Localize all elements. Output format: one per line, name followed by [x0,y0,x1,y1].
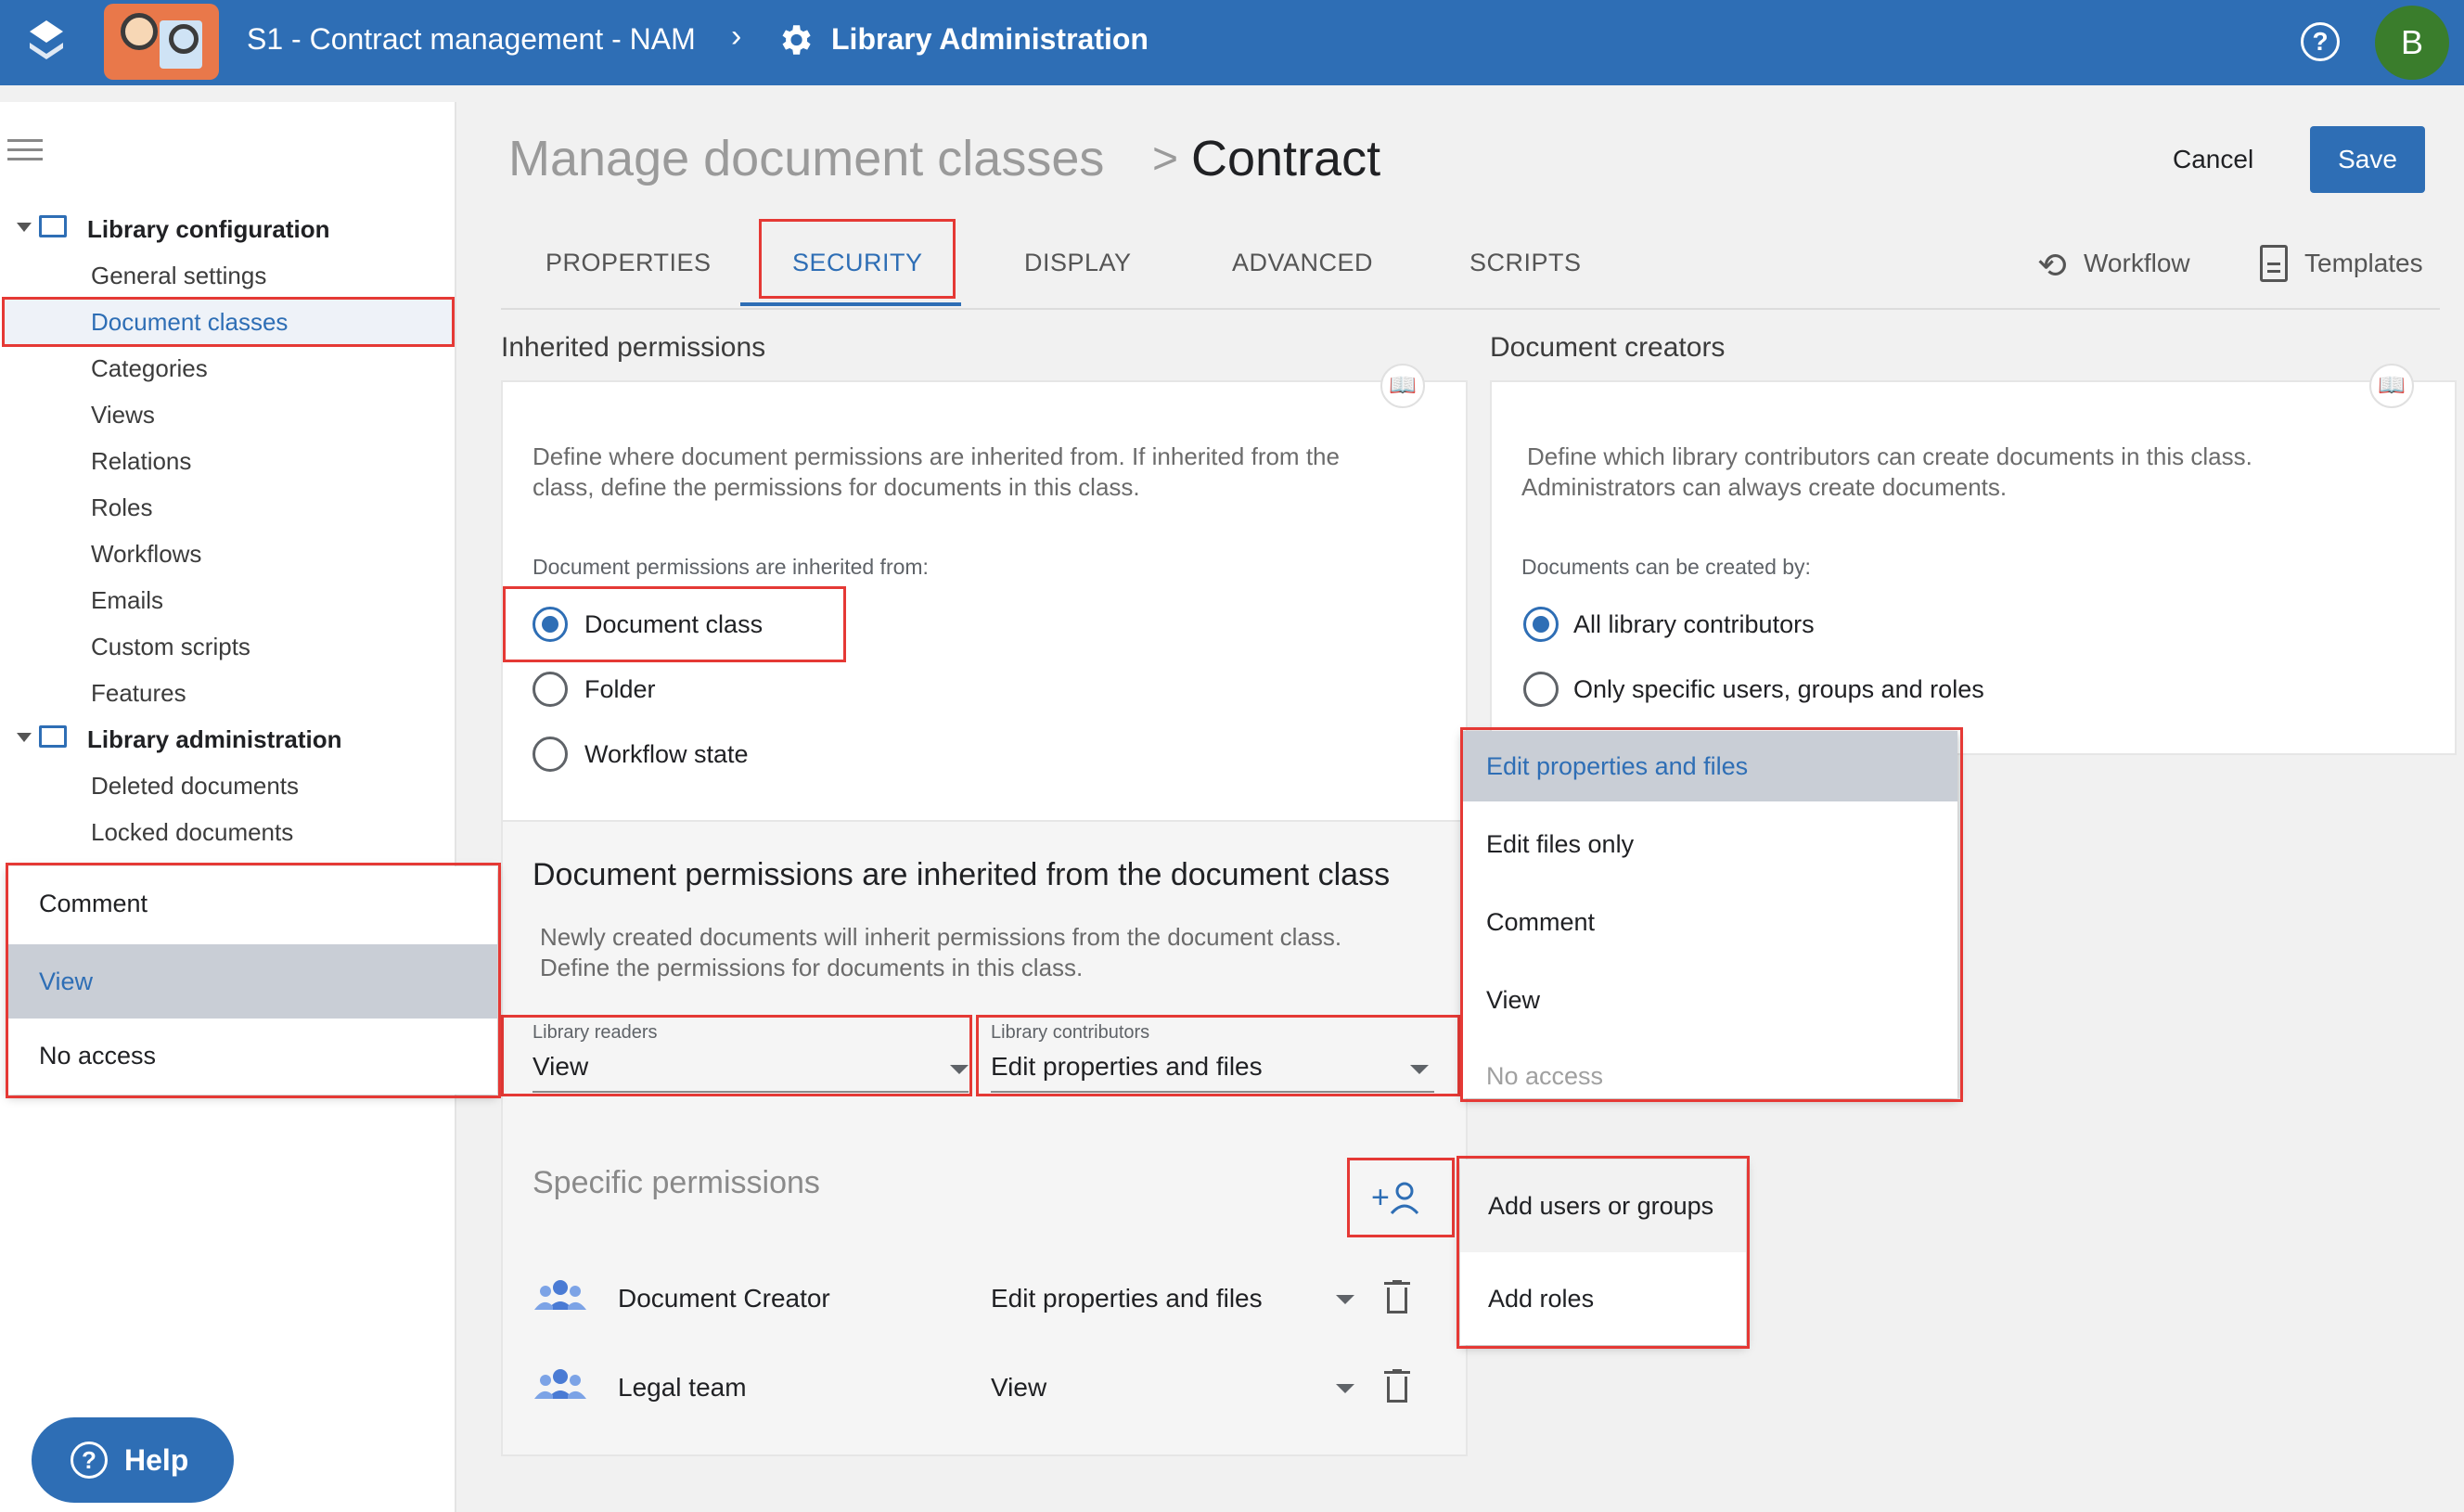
sidebar-item-general-settings[interactable]: General settings [91,262,266,290]
creators-heading: Document creators [1490,332,1726,363]
caret-down-icon[interactable] [17,223,32,232]
stack-logo-icon[interactable] [26,19,67,67]
radio-label-folder[interactable]: Folder [584,675,656,704]
sidebar-item-features[interactable]: Features [91,679,186,708]
sidebar-item-relations[interactable]: Relations [91,447,191,476]
sidebar-item-deleted-documents[interactable]: Deleted documents [91,772,299,801]
radio-workflow-state[interactable] [533,737,568,772]
breadcrumb-separator: > [1152,135,1179,184]
radio-specific-users[interactable] [1523,672,1559,707]
document-icon[interactable] [2260,245,2288,282]
creators-description-line1: Define which library contributors can cr… [1527,442,2252,470]
highlight-box-document-class [503,586,846,662]
section-title: Library Administration [831,22,1149,56]
workflow-icon[interactable]: ⟲ [2037,245,2067,287]
save-button[interactable]: Save [2310,126,2425,193]
sidebar-group-library-administration[interactable]: Library administration [87,725,342,754]
sidebar-item-workflows[interactable]: Workflows [91,540,201,569]
sidebar-item-locked-documents[interactable]: Locked documents [91,818,293,847]
hamburger-menu-icon[interactable] [7,139,43,161]
inherited-description-line1: Define where document permissions are in… [533,442,1340,470]
highlight-box-security-tab [759,219,956,299]
tab-display[interactable]: DISPLAY [1024,249,1132,277]
class-permissions-description-line2: Define the permissions for documents in … [540,954,1084,981]
radio-label-workflow-state[interactable]: Workflow state [584,740,749,769]
highlight-box-readers-menu [6,863,501,1098]
highlight-box-contributors-menu [1460,727,1963,1102]
creators-question: Documents can be created by: [1521,555,1811,579]
workflow-link[interactable]: Workflow [2084,249,2190,278]
breadcrumb-parent[interactable]: Manage document classes [508,130,1104,187]
folder-icon [39,725,67,748]
help-button[interactable]: ? Help [32,1417,234,1503]
help-circle-icon: ? [71,1442,108,1479]
class-permissions-heading: Document permissions are inherited from … [533,857,1391,892]
tab-advanced[interactable]: ADVANCED [1232,249,1373,277]
sidebar-item-custom-scripts[interactable]: Custom scripts [91,633,250,661]
highlight-box-library-contributors [976,1015,1460,1096]
inherited-description-line2: class, define the permissions for docume… [533,473,1140,501]
help-button-label: Help [124,1443,189,1477]
specific-row-name: Legal team [618,1373,747,1402]
class-permissions-description-line1: Newly created documents will inherit per… [540,923,1342,951]
specific-row-permission-select[interactable]: Edit properties and files [991,1284,1263,1313]
app-thumbnail-icon [104,4,219,80]
avatar[interactable]: B [2375,6,2449,80]
trash-icon[interactable] [1384,1280,1410,1315]
trash-icon[interactable] [1384,1369,1410,1404]
specific-permissions-heading: Specific permissions [533,1165,820,1200]
help-circle-icon[interactable]: ? [2301,22,2340,61]
class-permissions-section [503,820,1466,1454]
highlight-box-add-person [1347,1158,1455,1237]
chevron-down-icon[interactable] [1336,1295,1354,1304]
active-tab-indicator [740,302,961,306]
breadcrumb-chevron-icon: › [731,19,742,54]
specific-row-name: Document Creator [618,1284,830,1313]
gear-icon [776,20,815,59]
radio-label-specific-users[interactable]: Only specific users, groups and roles [1573,675,1984,704]
highlight-box-add-menu [1457,1156,1750,1349]
creators-description-line2: Administrators can always create documen… [1521,473,2008,501]
tabs-divider [501,308,2440,310]
app-header: S1 - Contract management - NAM › Library… [0,0,2464,85]
caret-down-icon[interactable] [17,733,32,742]
radio-label-all-library-contributors[interactable]: All library contributors [1573,610,1815,639]
page-title: Contract [1191,131,1381,186]
tab-scripts[interactable]: SCRIPTS [1469,249,1582,277]
templates-link[interactable]: Templates [2304,249,2423,278]
radio-folder[interactable] [533,672,568,707]
specific-row-permission-select[interactable]: View [991,1373,1046,1403]
cancel-button[interactable]: Cancel [2173,145,2253,174]
chevron-down-icon[interactable] [1336,1384,1354,1393]
highlight-box-library-readers [501,1015,972,1096]
folder-icon [39,215,67,237]
app-title[interactable]: S1 - Contract management - NAM [247,22,696,57]
book-icon[interactable]: 📖 [1380,364,1425,408]
radio-all-library-contributors[interactable] [1523,607,1559,642]
group-icon [534,1367,586,1401]
sidebar-item-views[interactable]: Views [91,401,155,429]
group-icon [534,1278,586,1312]
tab-properties[interactable]: PROPERTIES [545,249,712,277]
sidebar-item-roles[interactable]: Roles [91,493,152,522]
inherited-heading: Inherited permissions [501,332,766,363]
sidebar-group-library-configuration[interactable]: Library configuration [87,215,329,244]
inherited-question: Document permissions are inherited from: [533,555,929,579]
sidebar-item-categories[interactable]: Categories [91,354,208,383]
highlight-box-document-classes [2,297,455,347]
book-icon[interactable]: 📖 [2369,364,2414,408]
sidebar-item-emails[interactable]: Emails [91,586,163,615]
